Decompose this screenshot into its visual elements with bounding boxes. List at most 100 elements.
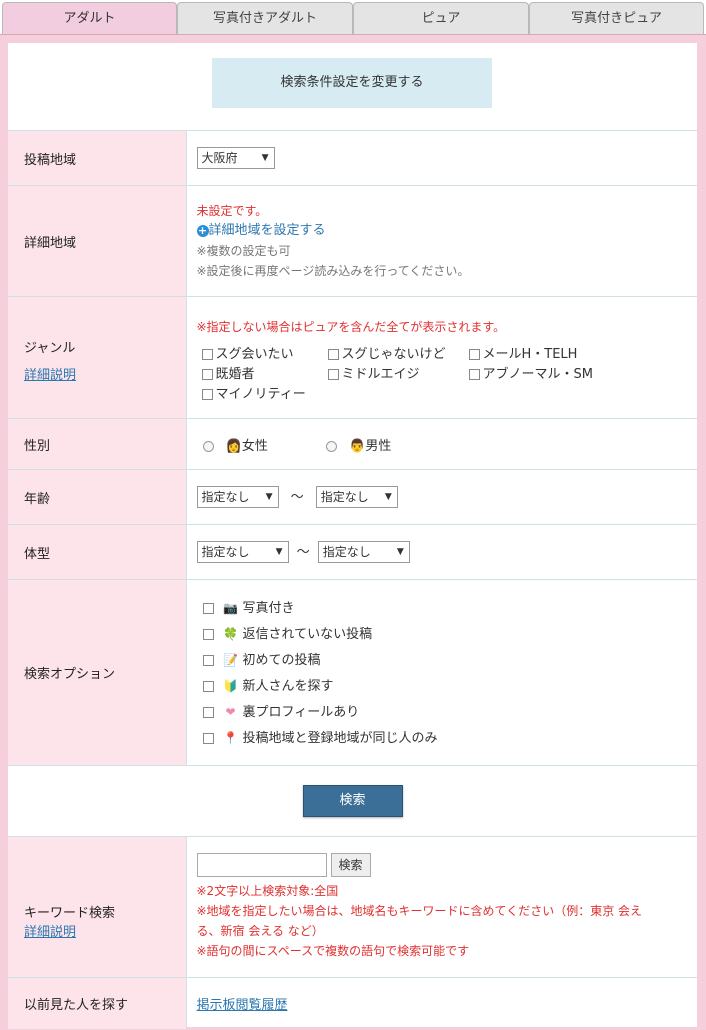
age-separator: ～ (290, 489, 304, 505)
gender-label: 性別 (8, 418, 187, 470)
set-detail-region-text: 詳細地域を設定する (208, 223, 326, 238)
genre-checkbox[interactable] (468, 349, 480, 360)
row-age: 年齢 指定なし ▼ ～ 指定なし ▼ (8, 469, 697, 525)
tab-bar: アダルト 写真付きアダルト ピュア 写真付きピュア (0, 0, 706, 36)
option-checkbox[interactable] (202, 602, 214, 614)
genre-option-label: ミドルエイジ (341, 367, 420, 382)
body-type-label: 体型 (8, 524, 187, 580)
genre-checkbox[interactable] (201, 369, 213, 380)
genre-option-label: マイノリティー (215, 387, 306, 402)
age-from-value: 指定なし (201, 490, 250, 505)
genre-option-label: アブノーマル・SM (482, 367, 593, 382)
genre-option[interactable]: 既婚者 (201, 363, 255, 382)
keyword-note-multiple: ※語句の間にスペースで複数の語句で検索可能です (196, 944, 470, 958)
option-checkbox[interactable] (202, 706, 214, 718)
genre-option[interactable]: マイノリティー (201, 383, 306, 402)
row-genre: ジャンル 詳細説明 ※指定しない場合はピュアを含んだ全てが表示されます。 スグ会… (8, 296, 697, 419)
body-type-from-select[interactable]: 指定なし ▼ (196, 541, 289, 564)
chevron-down-icon: ▼ (396, 547, 404, 558)
option-label: 写真付き (242, 600, 295, 616)
option-checkbox[interactable] (202, 628, 214, 640)
detail-region-status: 未設定です。 (196, 204, 268, 218)
gender-female-radio[interactable] (202, 440, 214, 452)
chevron-down-icon: ▼ (261, 153, 269, 163)
option-secret-profile[interactable]: ❤ 裏プロフィールあり (202, 699, 698, 725)
row-history: 以前見た人を探す 掲示板閲覧履歴 (8, 977, 697, 1029)
keyword-label-cell: キーワード検索 詳細説明 (8, 836, 187, 978)
option-newcomer[interactable]: 🔰 新人さんを探す (202, 673, 698, 699)
chevron-down-icon: ▼ (384, 492, 392, 503)
genre-label-cell: ジャンル 詳細説明 (8, 296, 187, 419)
keyword-label: キーワード検索 (24, 906, 116, 921)
age-to-select[interactable]: 指定なし ▼ (315, 486, 398, 509)
genre-option[interactable]: メールH・TELH (468, 343, 578, 362)
genre-option-label: メールH・TELH (482, 347, 578, 362)
heart-icon: ❤ (225, 704, 236, 719)
option-label: 新人さんを探す (242, 678, 334, 694)
camera-icon: 📷 (223, 600, 238, 615)
chevron-down-icon: ▼ (275, 547, 283, 558)
option-checkbox[interactable] (202, 732, 214, 744)
pin-icon: 📍 (223, 730, 238, 745)
genre-option[interactable]: スグじゃないけど (327, 343, 446, 362)
option-first-post[interactable]: 📝 初めての投稿 (202, 647, 698, 673)
keyword-note-min-chars: ※2文字以上検索対象:全国 (196, 884, 339, 898)
set-detail-region-link[interactable]: +詳細地域を設定する (196, 223, 326, 238)
age-from-select[interactable]: 指定なし ▼ (196, 486, 279, 509)
genre-detail-link[interactable]: 詳細説明 (24, 368, 76, 383)
option-same-region[interactable]: 📍 投稿地域と登録地域が同じ人のみ (202, 725, 698, 751)
genre-option[interactable]: アブノーマル・SM (468, 363, 593, 382)
keyword-search-button[interactable]: 検索 (330, 853, 371, 877)
search-form-table: 投稿地域 大阪府 ▼ 詳細地域 未設定です。 +詳細地域を設定する ※複数の設定… (8, 130, 697, 1029)
genre-option[interactable]: スグ会いたい (201, 343, 294, 362)
gender-male-radio[interactable] (325, 440, 337, 452)
age-label: 年齢 (8, 469, 187, 525)
woman-icon: 👩 (225, 438, 242, 454)
genre-checkbox[interactable] (327, 349, 339, 360)
clover-icon: 🍀 (223, 626, 238, 641)
row-search-button: 検索 (8, 765, 697, 837)
gender-female-option[interactable]: 👩女性 (202, 438, 272, 454)
option-label: 投稿地域と登録地域が同じ人のみ (242, 730, 438, 746)
genre-option[interactable]: ミドルエイジ (327, 363, 420, 382)
keyword-input[interactable] (196, 853, 327, 877)
search-options-label: 検索オプション (8, 579, 187, 766)
body-type-from-value: 指定なし (201, 545, 250, 560)
genre-option-label: 既婚者 (215, 367, 255, 382)
keyword-note-region-b: る、新宿 会える など） (196, 924, 324, 938)
row-detail-region: 詳細地域 未設定です。 +詳細地域を設定する ※複数の設定も可 ※設定後に再度ペ… (8, 185, 697, 297)
board-history-link[interactable]: 掲示板閲覧履歴 (197, 998, 288, 1013)
region-label: 投稿地域 (8, 130, 187, 186)
option-unreplied[interactable]: 🍀 返信されていない投稿 (202, 621, 698, 647)
genre-option-label: スグじゃないけど (341, 347, 446, 362)
genre-checkbox[interactable] (201, 349, 213, 360)
keyword-note-region-a: ※地域を指定したい場合は、地域名もキーワードに含めてください（例：東京 会え (196, 904, 643, 918)
tab-pure-with-photo[interactable]: 写真付きピュア (529, 2, 704, 34)
search-panel: 検索条件設定を変更する 投稿地域 大阪府 ▼ 詳細地域 未設定です。 +詳細地域… (0, 34, 706, 1030)
genre-checkbox[interactable] (327, 369, 339, 380)
tab-pure[interactable]: ピュア (353, 2, 529, 34)
age-to-value: 指定なし (320, 490, 369, 505)
keyword-detail-link[interactable]: 詳細説明 (24, 925, 76, 940)
gender-female-label: 女性 (241, 438, 268, 454)
row-keyword: キーワード検索 詳細説明 検索 ※2文字以上検索対象:全国 ※地域を指定したい場… (8, 836, 697, 978)
option-with-photo[interactable]: 📷 写真付き (202, 595, 698, 621)
gender-male-label: 男性 (365, 438, 392, 454)
option-checkbox[interactable] (202, 680, 214, 692)
plus-circle-icon: + (196, 223, 209, 237)
row-search-options: 検索オプション 📷 写真付き 🍀 返信されていない投稿 📝 初めての投稿 🔰 新人さんを… (8, 579, 698, 766)
body-type-to-select[interactable]: 指定なし ▼ (317, 541, 410, 564)
body-type-to-value: 指定なし (322, 545, 371, 560)
region-select[interactable]: 大阪府 ▼ (196, 147, 275, 169)
search-button[interactable]: 検索 (302, 785, 403, 817)
history-label: 以前見た人を探す (8, 977, 187, 1029)
tab-adult-with-photo[interactable]: 写真付きアダルト (177, 2, 353, 34)
tab-adult[interactable]: アダルト (2, 2, 177, 34)
change-conditions-button[interactable]: 検索条件設定を変更する (212, 58, 492, 108)
option-checkbox[interactable] (202, 654, 214, 666)
genre-checkbox[interactable] (468, 369, 480, 380)
detail-region-note-reload: ※設定後に再度ページ読み込みを行ってください。 (196, 264, 470, 278)
gender-male-option[interactable]: 👨男性 (325, 438, 392, 454)
genre-checkbox[interactable] (201, 389, 213, 400)
detail-region-note-multiple: ※複数の設定も可 (196, 244, 291, 258)
